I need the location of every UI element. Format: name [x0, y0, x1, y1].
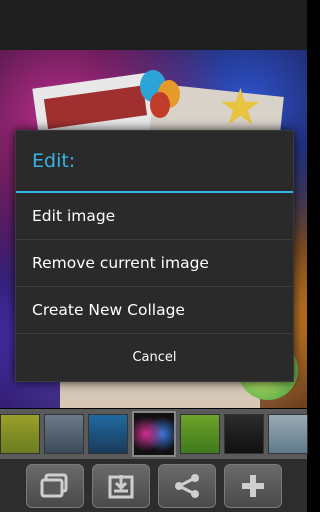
create-new-collage-option[interactable]: Create New Collage	[16, 287, 293, 334]
remove-current-image-option[interactable]: Remove current image	[16, 240, 293, 287]
thumbnail[interactable]	[268, 414, 308, 454]
layers-icon	[40, 473, 67, 497]
dialog-title: Edit:	[16, 131, 293, 193]
layers-button[interactable]	[25, 463, 84, 508]
thumbnail-selected[interactable]	[132, 411, 176, 457]
share-icon	[174, 473, 199, 498]
thumbnail[interactable]	[44, 414, 84, 454]
thumbnail-strip[interactable]	[0, 409, 308, 459]
bottom-toolbar	[0, 459, 307, 512]
save-button[interactable]	[91, 463, 150, 508]
thumbnail[interactable]	[224, 414, 264, 454]
add-button[interactable]	[223, 463, 282, 508]
edit-dialog: Edit: Edit image Remove current image Cr…	[15, 130, 294, 382]
thumbnail[interactable]	[0, 414, 40, 454]
share-button[interactable]	[157, 463, 216, 508]
edit-image-option[interactable]: Edit image	[16, 193, 293, 240]
star-decoration: ★	[218, 78, 263, 136]
add-icon	[241, 474, 264, 497]
cancel-button[interactable]: Cancel	[16, 334, 293, 380]
thumbnail[interactable]	[88, 414, 128, 454]
top-bar	[0, 0, 307, 50]
balloon-decoration	[150, 92, 170, 118]
save-icon	[108, 474, 133, 498]
thumbnail[interactable]	[180, 414, 220, 454]
